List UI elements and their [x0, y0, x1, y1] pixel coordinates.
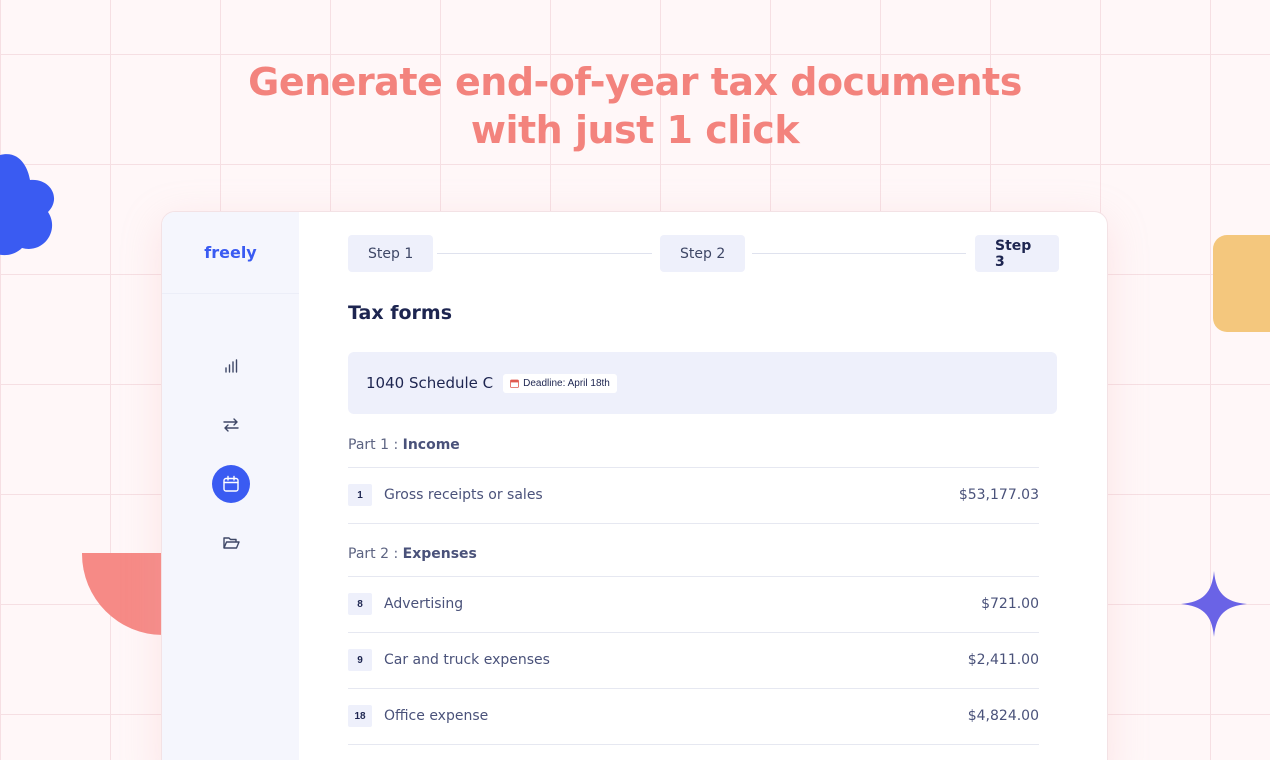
deadline-text: Deadline: April 18th	[523, 377, 610, 389]
stepper: Step 1 Step 2 Step 3	[348, 235, 1059, 273]
row-label: Office expense	[384, 708, 489, 724]
step-1[interactable]: Step 1	[348, 235, 434, 272]
part-2-label: Part 2 : Expenses	[348, 546, 477, 562]
line-number: 1	[348, 484, 372, 506]
sparkle-decoration	[1181, 571, 1247, 637]
line-number: 18	[348, 705, 372, 727]
nav-analytics[interactable]	[212, 347, 250, 385]
deadline-badge: Deadline: April 18th	[503, 373, 617, 393]
table-row[interactable]: 8 Advertising $721.00	[348, 576, 1039, 632]
yellow-tab-decoration	[1213, 235, 1270, 332]
line-number: 9	[348, 649, 372, 671]
row-label: Gross receipts or sales	[384, 487, 543, 503]
row-amount: $2,411.00	[967, 652, 1039, 668]
nav-transactions[interactable]	[212, 406, 250, 444]
form-name: 1040 Schedule C	[366, 374, 494, 392]
section-title: Tax forms	[348, 302, 452, 324]
table-row[interactable]: 1 Gross receipts or sales $53,177.03	[348, 467, 1039, 523]
sidebar: freely	[162, 212, 299, 760]
hero-headline-line-1: Generate end-of-year tax documents	[248, 60, 1022, 104]
app-window: freely Step 1 Step 2 Step 3 Tax forms 10…	[161, 211, 1108, 760]
row-amount: $53,177.03	[958, 487, 1039, 503]
bar-chart-icon	[225, 359, 238, 373]
table-row[interactable]: 18 Office expense $4,824.00	[348, 688, 1039, 744]
table-row[interactable]: 9 Car and truck expenses $2,411.00	[348, 632, 1039, 688]
hero-headline: Generate end-of-year tax documents with …	[0, 58, 1270, 154]
nav-documents[interactable]	[212, 524, 250, 562]
step-connector	[437, 253, 652, 254]
brand-logo[interactable]: freely	[162, 212, 299, 294]
hero-headline-line-2: with just 1 click	[470, 108, 800, 152]
transfer-arrows-icon	[223, 418, 239, 432]
part-2-name: Expenses	[402, 546, 477, 562]
divider	[348, 744, 1039, 745]
line-number: 8	[348, 593, 372, 615]
blue-blob-decoration	[0, 154, 54, 256]
part-1-name: Income	[402, 437, 460, 453]
folder-icon	[223, 537, 240, 549]
tax-form-card[interactable]: 1040 Schedule C Deadline: April 18th	[348, 352, 1057, 414]
coral-quarter-circle-decoration	[82, 553, 163, 635]
part-1-label: Part 1 : Income	[348, 437, 460, 453]
step-connector	[752, 253, 966, 254]
calendar-small-icon	[510, 379, 520, 388]
calendar-icon	[223, 475, 239, 492]
part-1-prefix: Part 1 :	[348, 437, 399, 453]
divider	[348, 523, 1039, 524]
row-label: Car and truck expenses	[384, 652, 550, 668]
row-amount: $4,824.00	[967, 708, 1039, 724]
row-amount: $721.00	[981, 596, 1039, 612]
row-label: Advertising	[384, 596, 464, 612]
part-2-prefix: Part 2 :	[348, 546, 399, 562]
nav-calendar[interactable]	[212, 465, 250, 503]
step-2[interactable]: Step 2	[660, 235, 746, 272]
step-3[interactable]: Step 3	[975, 235, 1059, 272]
